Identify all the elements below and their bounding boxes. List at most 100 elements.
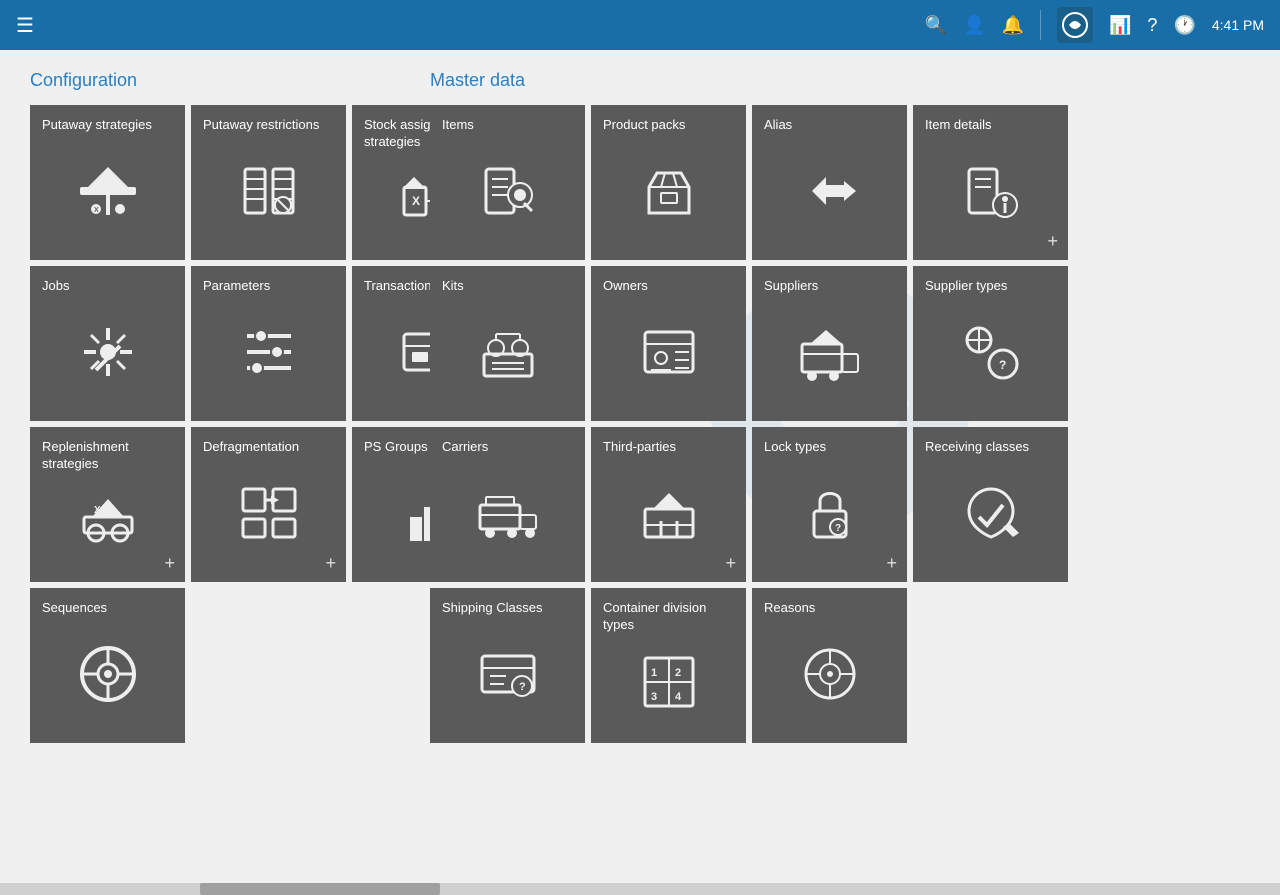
svg-text:?: ? (519, 681, 526, 693)
replenishment-plus[interactable]: + (164, 553, 175, 574)
tile-items-label: Items (442, 117, 573, 134)
tile-shipping-classes[interactable]: Shipping Classes ? (430, 588, 585, 743)
tile-putaway-strategies-label: Putaway strategies (42, 117, 173, 134)
tile-owners-label: Owners (603, 278, 734, 295)
tile-suppliers-label: Suppliers (764, 278, 895, 295)
tile-item-details-label: Item details (925, 117, 1056, 134)
lock-types-icon: ? (764, 456, 895, 570)
replenishment-icon: X (42, 473, 173, 570)
third-parties-icon (603, 456, 734, 570)
jobs-icon (42, 295, 173, 409)
topbar-time: 4:41 PM (1212, 17, 1264, 33)
tile-receiving-classes-label: Receiving classes (925, 439, 1056, 456)
scrollbar-thumb[interactable] (200, 883, 440, 895)
svg-text:?: ? (835, 523, 841, 534)
tile-item-details[interactable]: Item details + (913, 105, 1068, 260)
config-row-2: Jobs (30, 266, 390, 421)
tile-alias[interactable]: Alias (752, 105, 907, 260)
config-header: Configuration (30, 70, 390, 91)
parameters-icon (203, 295, 334, 409)
tile-sequences[interactable]: Sequences (30, 588, 185, 743)
scrollbar[interactable] (0, 883, 1280, 895)
hamburger-icon[interactable]: ☰ (16, 13, 34, 38)
bell-icon[interactable]: 🔔 (1002, 15, 1024, 36)
kits-icon (442, 295, 573, 409)
third-parties-plus[interactable]: + (725, 553, 736, 574)
tile-product-packs[interactable]: Product packs (591, 105, 746, 260)
topbar-right: 🔍 👤 🔔 📊 ? 🕐 4:41 PM (925, 7, 1264, 43)
tile-replenishment-label: Replenishment strategies (42, 439, 173, 473)
tile-jobs-label: Jobs (42, 278, 173, 295)
tile-defragmentation-label: Defragmentation (203, 439, 334, 456)
tile-reasons[interactable]: Reasons (752, 588, 907, 743)
owners-icon (603, 295, 734, 409)
tile-parameters[interactable]: Parameters (191, 266, 346, 421)
tile-putaway-strategies[interactable]: Putaway strategies X (30, 105, 185, 260)
help-icon[interactable]: ? (1147, 15, 1157, 36)
tile-carriers-label: Carriers (442, 439, 573, 456)
suppliers-icon (764, 295, 895, 409)
product-packs-icon (603, 134, 734, 248)
config-row-1: Putaway strategies X Putaway restr (30, 105, 390, 260)
config-section: Configuration Putaway strategies X (30, 70, 390, 743)
tile-kits[interactable]: Kits (430, 266, 585, 421)
clock-icon[interactable]: 🕐 (1173, 15, 1195, 36)
svg-text:X: X (94, 207, 99, 214)
tile-receiving-classes[interactable]: Receiving classes (913, 427, 1068, 582)
carriers-icon (442, 456, 573, 570)
tile-suppliers[interactable]: Suppliers (752, 266, 907, 421)
item-details-icon (925, 134, 1056, 248)
tile-defragmentation[interactable]: Defragmentation + (191, 427, 346, 582)
svg-text:X: X (412, 194, 420, 208)
tile-parameters-label: Parameters (203, 278, 334, 295)
lock-types-plus[interactable]: + (886, 553, 897, 574)
tile-reasons-label: Reasons (764, 600, 895, 617)
config-row-3: Replenishment strategies X + Defragment (30, 427, 390, 582)
topbar-logo[interactable] (1057, 7, 1093, 43)
svg-text:X: X (94, 505, 101, 516)
master-row-2: Kits (430, 266, 1250, 421)
svg-text:?: ? (999, 358, 1006, 372)
master-row-1: Items Product pack (430, 105, 1250, 260)
item-details-plus[interactable]: + (1047, 231, 1058, 252)
supplier-types-icon: ? (925, 295, 1056, 409)
tile-supplier-types[interactable]: Supplier types ? (913, 266, 1068, 421)
tile-kits-label: Kits (442, 278, 573, 295)
tile-alias-label: Alias (764, 117, 895, 134)
tile-third-parties[interactable]: Third-parties + (591, 427, 746, 582)
svg-text:2: 2 (675, 667, 681, 679)
svg-text:4: 4 (675, 691, 682, 703)
tile-carriers[interactable]: Carriers (430, 427, 585, 582)
putaway-strategies-icon: X (42, 134, 173, 248)
reasons-icon (764, 617, 895, 731)
tile-items[interactable]: Items (430, 105, 585, 260)
main-content: Configuration Putaway strategies X (0, 50, 1280, 883)
chart-icon[interactable]: 📊 (1109, 15, 1131, 36)
tile-putaway-restrictions[interactable]: Putaway restrictions (191, 105, 346, 260)
master-header: Master data (430, 70, 1250, 91)
topbar: ☰ 🔍 👤 🔔 📊 ? 🕐 4:41 PM (0, 0, 1280, 50)
user-icon[interactable]: 👤 (963, 15, 985, 36)
putaway-restrictions-icon (203, 134, 334, 248)
tile-lock-types-label: Lock types (764, 439, 895, 456)
search-icon[interactable]: 🔍 (925, 15, 947, 36)
defragmentation-plus[interactable]: + (325, 553, 336, 574)
tile-supplier-types-label: Supplier types (925, 278, 1056, 295)
tile-jobs[interactable]: Jobs (30, 266, 185, 421)
container-division-icon: 1 2 3 4 (603, 634, 734, 731)
tile-third-parties-label: Third-parties (603, 439, 734, 456)
master-row-4: Shipping Classes ? Container divis (430, 588, 1250, 743)
tile-container-division-label: Container division types (603, 600, 734, 634)
tile-lock-types[interactable]: Lock types ? + (752, 427, 907, 582)
master-row-3: Carriers Third-par (430, 427, 1250, 582)
tile-owners[interactable]: Owners (591, 266, 746, 421)
config-row-4: Sequences (30, 588, 390, 743)
defragmentation-icon (203, 456, 334, 570)
topbar-left: ☰ (16, 13, 34, 38)
tile-replenishment-strategies[interactable]: Replenishment strategies X + (30, 427, 185, 582)
tile-shipping-classes-label: Shipping Classes (442, 600, 573, 617)
receiving-classes-icon (925, 456, 1056, 570)
alias-icon (764, 134, 895, 248)
items-icon (442, 134, 573, 248)
tile-container-division-types[interactable]: Container division types 1 2 3 4 (591, 588, 746, 743)
